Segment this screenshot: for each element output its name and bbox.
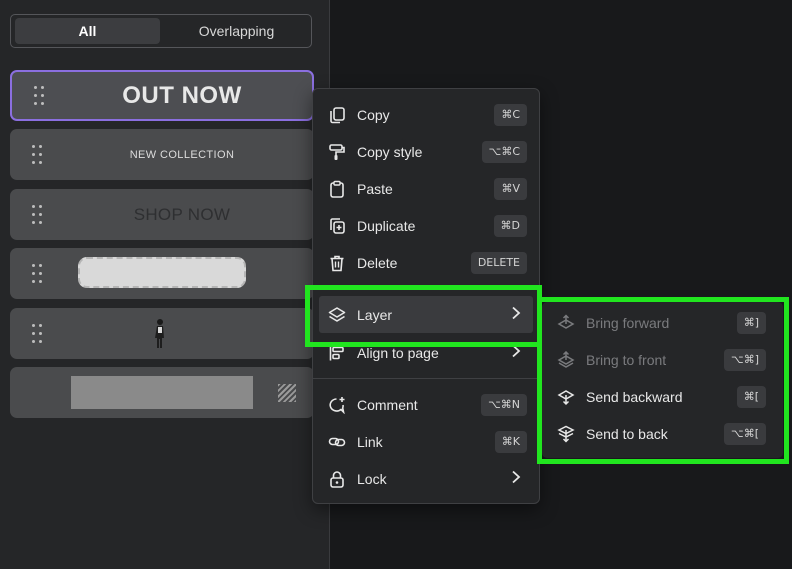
menu-item-align-to-page[interactable]: Align to page — [319, 334, 533, 371]
menu-item-label: Layer — [357, 306, 393, 323]
shortcut-badge: ⌘[ — [736, 385, 766, 408]
layer-row-shop-now[interactable]: SHOP NOW — [10, 189, 314, 240]
rounded-rectangle-thumbnail — [78, 257, 246, 288]
menu-item-lock[interactable]: Lock — [319, 460, 533, 497]
pattern-thumbnail — [278, 384, 296, 402]
menu-item-label: Link — [357, 433, 383, 450]
shortcut-badge: ⌘V — [494, 177, 527, 200]
chevron-right-icon — [511, 470, 521, 487]
person-photo-thumbnail — [155, 319, 164, 348]
submenu-item-label: Bring forward — [586, 314, 670, 331]
submenu-item-bring-forward[interactable]: Bring forward ⌘] — [548, 304, 772, 341]
menu-divider — [313, 289, 539, 290]
menu-item-label: Duplicate — [357, 217, 416, 234]
layer-row-photo[interactable] — [10, 308, 314, 359]
drag-handle-icon[interactable] — [32, 204, 44, 225]
copy-icon — [327, 105, 347, 125]
send-backward-icon — [556, 387, 576, 407]
bring-forward-icon — [556, 313, 576, 333]
shortcut-badge: ⌥⌘C — [481, 140, 527, 163]
shortcut-badge: ⌥⌘] — [724, 348, 766, 371]
context-menu: Copy ⌘C Copy style ⌥⌘C Paste ⌘V Duplicat… — [312, 88, 540, 504]
menu-item-comment[interactable]: Comment ⌥⌘N — [319, 386, 533, 423]
layer-text-preview: NEW COLLECTION — [129, 148, 235, 161]
menu-item-label: Comment — [357, 396, 418, 413]
shortcut-badge: ⌥⌘N — [481, 393, 527, 416]
menu-divider — [313, 378, 539, 379]
layer-row-rectangle[interactable] — [10, 367, 314, 418]
layer-row-shape[interactable] — [10, 248, 314, 299]
paint-roller-icon — [327, 142, 347, 162]
menu-item-label: Paste — [357, 180, 393, 197]
shortcut-badge: ⌘C — [494, 103, 527, 126]
menu-item-label: Copy style — [357, 143, 423, 160]
rectangle-thumbnail — [71, 376, 253, 409]
clipboard-icon — [327, 179, 347, 199]
menu-item-label: Align to page — [357, 344, 439, 361]
send-to-back-icon — [556, 424, 576, 444]
drag-handle-icon[interactable] — [34, 85, 46, 106]
layers-icon — [327, 305, 347, 325]
drag-handle-icon[interactable] — [32, 263, 44, 284]
comment-icon — [327, 395, 347, 415]
trash-icon — [327, 253, 347, 273]
shortcut-badge: ⌘K — [494, 430, 527, 453]
layers-panel: All Overlapping OUT NOW NEW COLLECTION S… — [0, 0, 330, 569]
align-icon — [327, 343, 347, 363]
submenu-item-label: Send backward — [586, 388, 683, 405]
shortcut-badge: ⌥⌘[ — [724, 422, 766, 445]
menu-item-layer[interactable]: Layer — [319, 296, 533, 333]
lock-icon — [327, 469, 347, 489]
menu-item-duplicate[interactable]: Duplicate ⌘D — [319, 207, 533, 244]
drag-handle-icon[interactable] — [32, 323, 44, 344]
submenu-item-label: Send to back — [586, 425, 668, 442]
shortcut-badge: ⌘D — [493, 214, 527, 237]
menu-item-label: Copy — [357, 106, 390, 123]
submenu-item-label: Bring to front — [586, 351, 667, 368]
chevron-right-icon — [511, 306, 521, 323]
menu-item-label: Delete — [357, 254, 398, 271]
layer-filter-tabs: All Overlapping — [10, 14, 312, 48]
menu-item-paste[interactable]: Paste ⌘V — [319, 170, 533, 207]
shortcut-badge: DELETE — [470, 251, 527, 274]
menu-item-link[interactable]: Link ⌘K — [319, 423, 533, 460]
submenu-item-send-to-back[interactable]: Send to back ⌥⌘[ — [548, 415, 772, 452]
submenu-item-send-backward[interactable]: Send backward ⌘[ — [548, 378, 772, 415]
link-icon — [327, 432, 347, 452]
tab-all[interactable]: All — [15, 18, 160, 44]
layer-submenu: Bring forward ⌘] Bring to front ⌥⌘] Send… — [542, 302, 783, 458]
menu-item-label: Lock — [357, 470, 387, 487]
menu-item-delete[interactable]: Delete DELETE — [319, 244, 533, 281]
layer-text-preview: OUT NOW — [122, 81, 242, 109]
submenu-item-bring-to-front[interactable]: Bring to front ⌥⌘] — [548, 341, 772, 378]
shortcut-badge: ⌘] — [736, 311, 766, 334]
drag-handle-icon[interactable] — [32, 144, 44, 165]
menu-item-copy[interactable]: Copy ⌘C — [319, 96, 533, 133]
layer-row-new-collection[interactable]: NEW COLLECTION — [10, 129, 314, 180]
layer-row-out-now[interactable]: OUT NOW — [10, 70, 314, 121]
duplicate-icon — [327, 216, 347, 236]
menu-item-copy-style[interactable]: Copy style ⌥⌘C — [319, 133, 533, 170]
layer-text-preview: SHOP NOW — [133, 204, 231, 224]
chevron-right-icon — [511, 344, 521, 361]
bring-to-front-icon — [556, 350, 576, 370]
tab-overlapping[interactable]: Overlapping — [164, 18, 309, 44]
